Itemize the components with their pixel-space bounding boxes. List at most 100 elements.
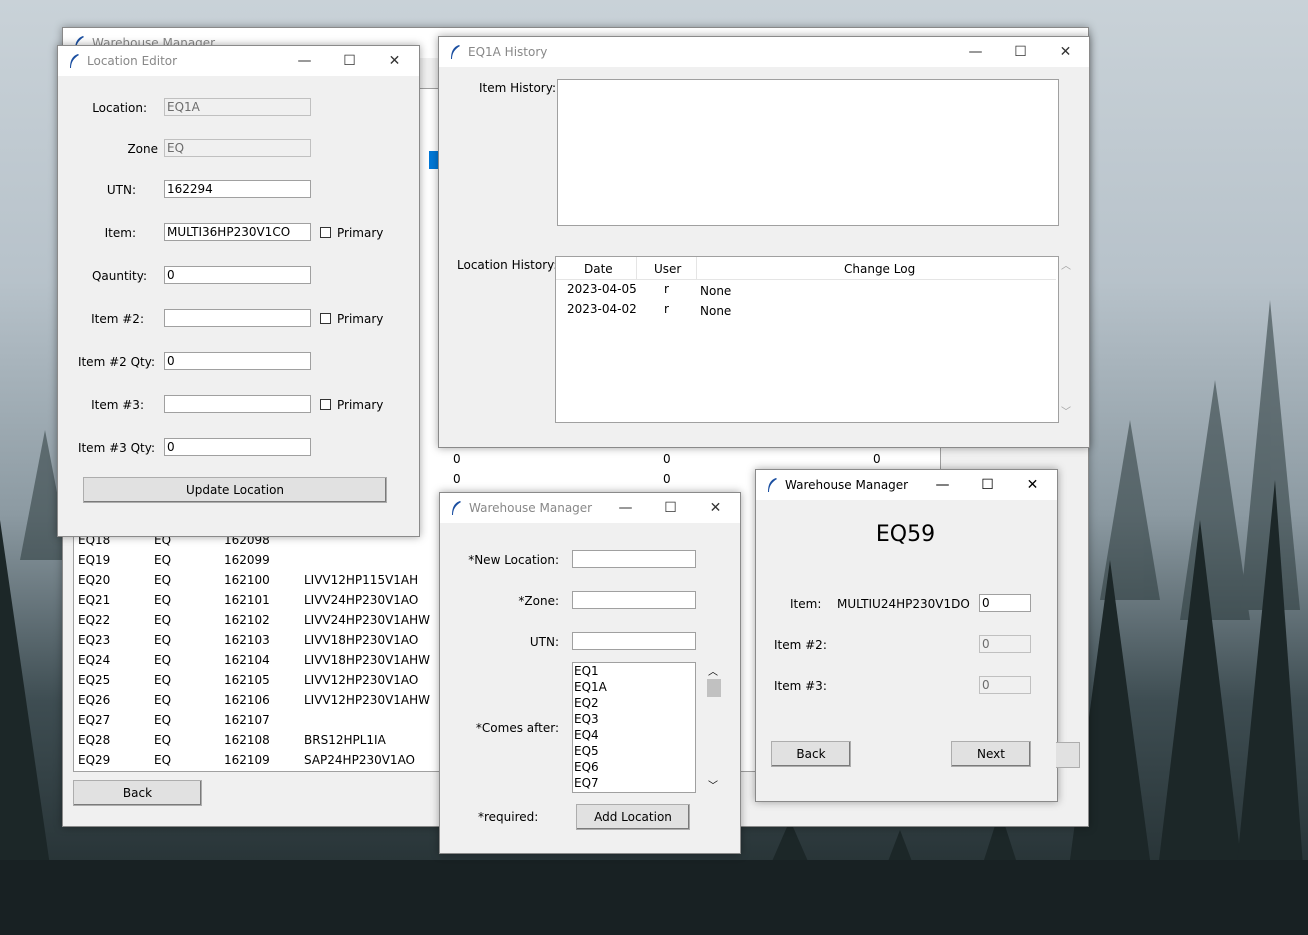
row-item: LIVV12HP230V1AHW [304, 693, 431, 707]
scroll-thumb[interactable] [707, 679, 721, 697]
item2-qty-field: 0 [979, 635, 1031, 653]
row-value: 0 [663, 472, 671, 486]
item3-field[interactable] [164, 395, 311, 413]
history-column-headers: Date User Change Log [556, 257, 1056, 280]
column-header-user[interactable]: User [654, 262, 681, 276]
close-icon[interactable]: ✕ [372, 46, 417, 76]
zone-field[interactable] [572, 591, 696, 609]
row-value: 0 [453, 452, 461, 466]
row-zone: EQ [154, 553, 172, 567]
partial-button[interactable] [1056, 742, 1080, 768]
column-header-date[interactable]: Date [584, 262, 613, 276]
row-location: EQ23 [78, 633, 111, 647]
back-button[interactable]: Back [771, 741, 851, 767]
scroll-up-icon[interactable]: ︿ [1061, 257, 1071, 272]
row-item: LIVV18HP230V1AO [304, 633, 419, 647]
list-item[interactable]: EQ2 [573, 695, 695, 711]
item-history-text[interactable] [557, 79, 1059, 226]
list-item[interactable]: EQ5 [573, 743, 695, 759]
history-titlebar: EQ1A History — ☐ ✕ [439, 37, 1089, 67]
required-label: *required: [478, 810, 539, 824]
close-icon[interactable]: ✕ [1043, 37, 1088, 67]
item-field[interactable]: MULTI36HP230V1CO [164, 223, 311, 241]
list-item[interactable]: EQ1 [573, 663, 695, 679]
list-item[interactable]: EQ1A [573, 679, 695, 695]
history-window-title: EQ1A History [468, 45, 548, 59]
utn-label: UTN: [529, 635, 559, 649]
item-primary-checkbox[interactable] [320, 227, 331, 238]
listbox-scrollbar[interactable]: ︿ ﹀ [706, 663, 722, 793]
minimize-icon[interactable]: — [953, 37, 998, 67]
row-location: EQ24 [78, 653, 111, 667]
item3-qty-field[interactable]: 0 [164, 438, 311, 456]
location-editor-title: Location Editor [87, 54, 178, 68]
utn-field[interactable]: 162294 [164, 180, 311, 198]
scroll-down-icon[interactable]: ﹀ [1061, 403, 1071, 418]
location-history-label: Location History: [457, 258, 558, 272]
column-header-change-log[interactable]: Change Log [844, 262, 915, 276]
list-item[interactable]: EQ7 [573, 775, 695, 791]
row-utn: 162108 [224, 733, 270, 747]
item3-label: Item #3: [91, 398, 144, 412]
row-zone: EQ [154, 673, 172, 687]
item-name: MULTIU24HP230V1DO [837, 597, 970, 611]
location-heading: EQ59 [875, 522, 936, 547]
new-location-field[interactable] [572, 550, 696, 568]
add-location-title: Warehouse Manager [469, 501, 593, 515]
list-item[interactable]: EQ4 [573, 727, 695, 743]
row-location: EQ28 [78, 733, 111, 747]
update-location-button[interactable]: Update Location [83, 477, 387, 503]
maximize-icon[interactable]: ☐ [327, 46, 372, 76]
feather-icon [452, 501, 461, 515]
new-location-label: *New Location: [468, 553, 559, 567]
row-value: 0 [663, 452, 671, 466]
row-location: EQ20 [78, 573, 111, 587]
utn-field[interactable] [572, 632, 696, 650]
feather-icon [451, 45, 460, 59]
maximize-icon[interactable]: ☐ [998, 37, 1043, 67]
row-value: 0 [873, 452, 881, 466]
item2-qty-field[interactable]: 0 [164, 352, 311, 370]
history-date: 2023-04-02 [567, 302, 637, 316]
quantity-field[interactable]: 0 [164, 266, 311, 284]
minimize-icon[interactable]: — [282, 46, 327, 76]
main-back-button[interactable]: Back [73, 780, 202, 806]
scroll-down-icon[interactable]: ﹀ [708, 777, 718, 792]
primary-label: Primary [337, 312, 384, 326]
row-location: EQ19 [78, 553, 111, 567]
item-qty-field[interactable]: 0 [979, 594, 1031, 612]
minimize-icon[interactable]: — [603, 493, 648, 523]
next-button[interactable]: Next [951, 741, 1031, 767]
row-item: LIVV24HP230V1AHW [304, 613, 431, 627]
row-location: EQ21 [78, 593, 111, 607]
add-location-button[interactable]: Add Location [576, 804, 690, 830]
row-value: 0 [453, 472, 461, 486]
zone-label: *Zone: [518, 594, 559, 608]
row-utn: 162109 [224, 753, 270, 767]
item2-qty-label: Item #2 Qty: [77, 355, 155, 369]
maximize-icon[interactable]: ☐ [648, 493, 693, 523]
close-icon[interactable]: ✕ [693, 493, 738, 523]
comes-after-listbox[interactable]: EQ1 EQ1A EQ2 EQ3 EQ4 EQ5 EQ6 EQ7 [572, 662, 696, 793]
row-item: BRS12HPL1IA [304, 733, 386, 747]
item2-primary-checkbox[interactable] [320, 313, 331, 324]
list-item[interactable]: EQ6 [573, 759, 695, 775]
maximize-icon[interactable]: ☐ [965, 470, 1010, 500]
item3-label: Item #3: [774, 679, 827, 693]
item2-field[interactable] [164, 309, 311, 327]
item2-label: Item #2: [774, 638, 827, 652]
item3-qty-label: Item #3 Qty: [77, 441, 155, 455]
row-zone: EQ [154, 733, 172, 747]
history-window: EQ1A History — ☐ ✕ Item History: Locatio… [438, 36, 1090, 448]
list-item[interactable]: EQ3 [573, 711, 695, 727]
eq59-window-title: Warehouse Manager [785, 478, 909, 492]
location-field: EQ1A [164, 98, 311, 116]
row-zone: EQ [154, 753, 172, 767]
scroll-up-icon[interactable]: ︿ [708, 663, 718, 678]
row-zone: EQ [154, 653, 172, 667]
close-icon[interactable]: ✕ [1010, 470, 1055, 500]
minimize-icon[interactable]: — [920, 470, 965, 500]
row-utn: 162105 [224, 673, 270, 687]
row-location: EQ27 [78, 713, 111, 727]
item3-primary-checkbox[interactable] [320, 399, 331, 410]
